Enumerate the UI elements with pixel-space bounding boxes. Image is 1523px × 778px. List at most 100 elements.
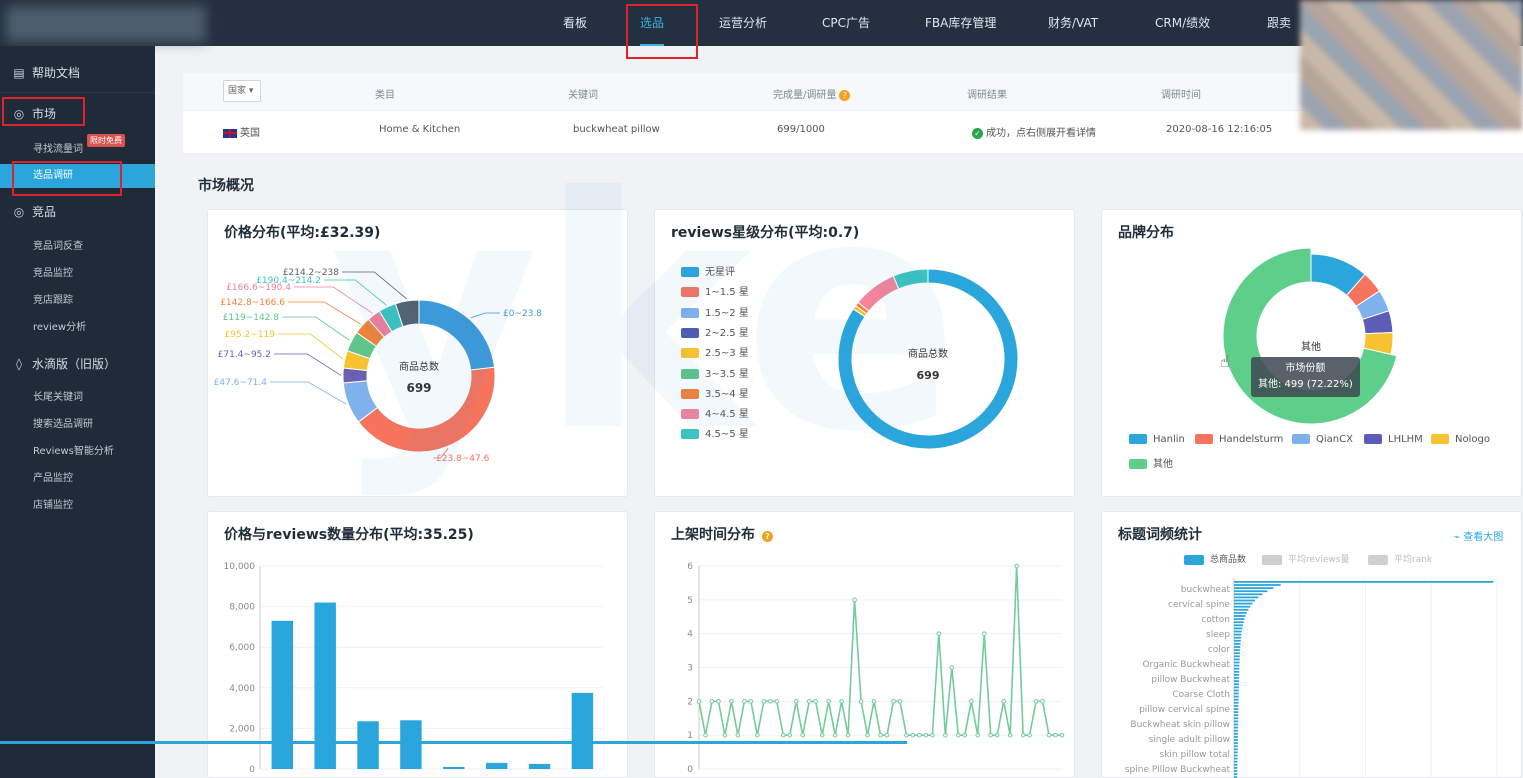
bar[interactable]: [1234, 661, 1240, 664]
data-point[interactable]: [1046, 732, 1052, 738]
data-point[interactable]: [768, 699, 773, 704]
data-point[interactable]: [858, 699, 864, 704]
bar[interactable]: [314, 602, 336, 769]
data-point[interactable]: [722, 732, 728, 738]
bar[interactable]: [1234, 686, 1239, 689]
data-point[interactable]: [774, 699, 780, 704]
data-point[interactable]: [1027, 732, 1032, 738]
bar[interactable]: [1234, 608, 1249, 611]
data-point[interactable]: [955, 732, 961, 738]
data-point[interactable]: [703, 732, 708, 738]
bar[interactable]: [1234, 624, 1243, 627]
bar[interactable]: [1234, 618, 1245, 620]
data-point[interactable]: [975, 732, 981, 738]
bar[interactable]: [1234, 581, 1494, 583]
data-point[interactable]: [865, 732, 870, 738]
data-point[interactable]: [813, 699, 818, 704]
data-point[interactable]: [1059, 732, 1065, 738]
bar[interactable]: [443, 766, 465, 769]
bar[interactable]: [357, 721, 379, 769]
data-point[interactable]: [988, 732, 993, 738]
bar[interactable]: [1234, 593, 1263, 596]
bar[interactable]: [1234, 717, 1239, 720]
bar[interactable]: [1234, 633, 1242, 636]
bar[interactable]: [1234, 720, 1239, 723]
data-point[interactable]: [904, 732, 909, 738]
nav-finance[interactable]: 财务/VAT: [1048, 0, 1098, 46]
bar[interactable]: [1234, 590, 1268, 593]
bar[interactable]: [1234, 680, 1240, 682]
sidebar-item-product-monitor[interactable]: 产品监控: [0, 467, 155, 491]
bar[interactable]: [1234, 677, 1240, 679]
cell-result[interactable]: ✓ 成功，点右侧展开看详情: [972, 124, 1096, 139]
sidebar-item-search-research[interactable]: 搜索选品调研: [0, 413, 155, 437]
legend-item[interactable]: LHLHM: [1364, 434, 1423, 445]
data-point[interactable]: [793, 699, 799, 704]
data-point[interactable]: [1007, 732, 1013, 738]
bar[interactable]: [1234, 584, 1281, 586]
bar[interactable]: [1234, 655, 1240, 658]
data-point[interactable]: [1033, 699, 1039, 704]
sidebar-competitors[interactable]: ◎ 竞品: [0, 198, 155, 226]
sidebar-item-reverse-lookup[interactable]: 竞品词反查: [0, 235, 155, 259]
data-point[interactable]: [800, 732, 806, 738]
stars-donut-chart[interactable]: 商品总数 699: [655, 210, 1076, 498]
sidebar-help-docs[interactable]: ▤ 帮助文档: [0, 59, 155, 87]
data-point[interactable]: [806, 699, 812, 704]
sidebar-item-review-analysis[interactable]: review分析: [0, 316, 155, 340]
bar[interactable]: [1234, 760, 1238, 763]
bar[interactable]: [1234, 745, 1238, 748]
bar[interactable]: [1234, 602, 1253, 605]
data-point[interactable]: [949, 665, 955, 670]
data-point[interactable]: [917, 732, 922, 738]
data-point[interactable]: [845, 732, 851, 738]
data-point[interactable]: [735, 732, 741, 738]
data-point[interactable]: [852, 597, 857, 603]
data-point[interactable]: [832, 732, 838, 738]
bar[interactable]: [1234, 723, 1239, 726]
data-point[interactable]: [839, 699, 844, 704]
data-point[interactable]: [1040, 699, 1045, 704]
bar[interactable]: [1234, 636, 1242, 639]
data-point[interactable]: [742, 699, 747, 704]
bar[interactable]: [1234, 711, 1239, 713]
bar[interactable]: [1234, 689, 1239, 692]
data-point[interactable]: [787, 732, 793, 738]
bar[interactable]: [1234, 701, 1239, 704]
bar[interactable]: [1234, 732, 1239, 735]
bar[interactable]: [1234, 729, 1239, 732]
nav-cpc-ads[interactable]: CPC广告: [822, 0, 870, 46]
sidebar-item-long-tail[interactable]: 长尾关键词: [0, 386, 155, 410]
stars-slice[interactable]: [857, 275, 900, 312]
bar[interactable]: [1234, 705, 1239, 707]
data-point[interactable]: [1001, 699, 1006, 704]
bar[interactable]: [1234, 757, 1238, 760]
bar[interactable]: [1234, 726, 1239, 729]
data-point[interactable]: [930, 732, 935, 738]
bar[interactable]: [1234, 739, 1238, 741]
bar[interactable]: [1234, 714, 1239, 717]
data-point[interactable]: [748, 699, 754, 704]
data-point[interactable]: [884, 732, 890, 738]
data-point[interactable]: [1053, 732, 1058, 738]
data-point[interactable]: [981, 631, 987, 636]
data-point[interactable]: [761, 699, 767, 704]
sidebar-legacy[interactable]: ◊ 水滴版（旧版）: [0, 350, 155, 378]
help-icon[interactable]: ?: [839, 90, 851, 101]
bar[interactable]: [1234, 692, 1239, 695]
bar[interactable]: [571, 692, 594, 769]
legend-item[interactable]: Nologo: [1431, 434, 1490, 445]
bar[interactable]: [1234, 652, 1240, 655]
data-point[interactable]: [826, 699, 831, 704]
bar[interactable]: [1234, 615, 1246, 617]
bar[interactable]: [1234, 742, 1238, 744]
bar[interactable]: [1234, 658, 1240, 661]
legend-item[interactable]: Handelsturm: [1195, 434, 1283, 445]
bar[interactable]: [1234, 767, 1238, 769]
price-donut-chart[interactable]: 商品总数 699 £0~23.8 £23.8~47.6 £47.6~71.4 £71.4~…: [208, 210, 629, 498]
country-select[interactable]: 国家 ▾: [223, 80, 261, 102]
bar[interactable]: [1234, 763, 1238, 766]
bar[interactable]: [1234, 605, 1251, 608]
price-slice[interactable]: [418, 299, 496, 371]
data-point[interactable]: [910, 732, 916, 738]
